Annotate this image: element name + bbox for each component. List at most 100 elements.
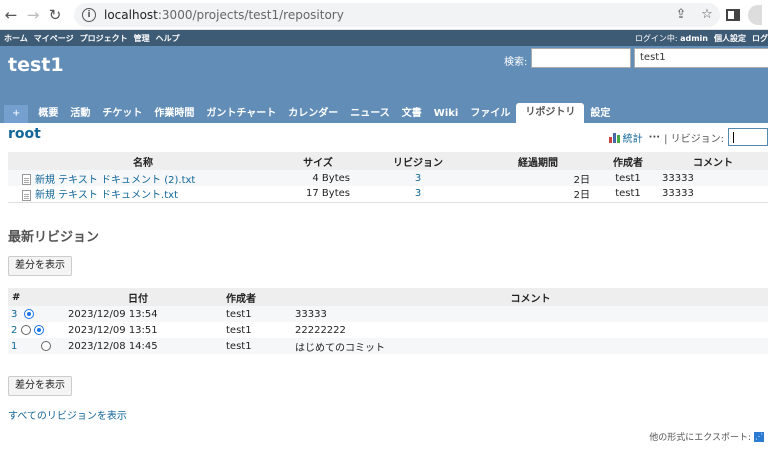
more-actions-icon[interactable]: ··· (649, 132, 660, 143)
revision-label: | リビジョン: (664, 133, 724, 145)
repository-root-title[interactable]: root (8, 126, 41, 142)
search-input[interactable] (531, 48, 631, 68)
table-row: 2 2023/12/09 13:51 test1 22222222 (8, 322, 768, 338)
logout-link[interactable]: ログ (752, 33, 768, 44)
logged-in-user[interactable]: admin (680, 34, 708, 43)
share-icon[interactable]: ⇪ (668, 7, 694, 22)
diff-to-radio[interactable] (33, 324, 44, 335)
url-text: localhost:3000/projects/test1/repository (104, 7, 344, 22)
tab-activity[interactable]: 活動 (64, 105, 96, 123)
file-age: 2日 (478, 170, 598, 186)
file-comment: 33333 (658, 186, 768, 203)
revision-comment: はじめてのコミット (293, 338, 768, 354)
file-size: 4 Bytes (278, 170, 358, 186)
personal-settings-link[interactable]: 個人設定 (714, 33, 746, 44)
col-age[interactable]: 経過期間 (478, 152, 598, 170)
revision-author: test1 (218, 306, 293, 322)
file-link[interactable]: 新規 テキスト ドキュメント (2).txt (35, 175, 195, 186)
main-menu-tabs: + 概要 活動 チケット 作業時間 ガントチャート カレンダー ニュース 文書 … (4, 103, 616, 123)
col-revision-author: 作成者 (218, 288, 293, 306)
atom-feed-icon[interactable]: ⋰ (754, 431, 764, 442)
export-label: 他の形式にエクスポート: (649, 433, 751, 443)
tab-time-entries[interactable]: 作業時間 (148, 105, 200, 123)
revision-author: test1 (218, 338, 293, 354)
top-menu: ホーム マイページ プロジェクト 管理 ヘルプ ログイン中: admin 個人設… (0, 30, 768, 46)
text-file-icon (22, 174, 31, 185)
side-panel-icon[interactable] (726, 8, 740, 21)
site-info-icon[interactable]: i (82, 7, 96, 22)
table-row: 1 2023/12/08 14:45 test1 はじめてのコミット (8, 338, 768, 354)
revision-link[interactable]: 3 (11, 309, 17, 320)
tab-overview[interactable]: 概要 (32, 105, 64, 123)
top-menu-projects[interactable]: プロジェクト (80, 33, 128, 44)
project-title: test1 (8, 54, 64, 76)
file-size: 17 Bytes (278, 186, 358, 203)
revision-author: test1 (218, 322, 293, 338)
back-arrow-icon[interactable]: ← (0, 6, 22, 24)
export-section: 他の形式にエクスポート: ⋰ (649, 430, 764, 443)
top-menu-home[interactable]: ホーム (4, 33, 28, 44)
revision-date: 2023/12/09 13:54 (58, 306, 218, 322)
file-revision-link[interactable]: 3 (415, 173, 421, 184)
revision-input[interactable] (728, 128, 768, 146)
revision-comment: 33333 (293, 306, 768, 322)
address-bar[interactable]: i localhost:3000/projects/test1/reposito… (74, 2, 720, 27)
table-row: 3 2023/12/09 13:54 test1 33333 (8, 306, 768, 322)
file-revision-link[interactable]: 3 (415, 188, 421, 199)
latest-revisions-title: 最新リビジョン (8, 230, 100, 245)
show-diff-button-bottom[interactable]: 差分を表示 (8, 376, 72, 396)
file-author: test1 (598, 170, 658, 186)
col-date: 日付 (58, 288, 218, 306)
revision-comment: 22222222 (293, 322, 768, 338)
col-revision-comment: コメント (293, 288, 768, 306)
search-label: 検索: (504, 57, 528, 68)
diff-from-radio[interactable] (23, 308, 34, 319)
tab-wiki[interactable]: Wiki (428, 105, 465, 123)
table-row: 新規 テキスト ドキュメント (2).txt 4 Bytes 3 2日 test… (8, 170, 768, 186)
logged-in-as: ログイン中: admin (634, 33, 708, 43)
revision-date: 2023/12/09 13:51 (58, 322, 218, 338)
top-menu-help[interactable]: ヘルプ (156, 33, 180, 44)
tab-new[interactable]: + (4, 105, 29, 123)
col-revision[interactable]: リビジョン (358, 152, 478, 170)
revision-link[interactable]: 1 (11, 341, 17, 352)
col-size[interactable]: サイズ (278, 152, 358, 170)
project-jump-select[interactable]: test1 (634, 48, 768, 68)
reload-icon[interactable]: ↻ (44, 6, 66, 24)
file-link[interactable]: 新規 テキスト ドキュメント.txt (35, 190, 178, 201)
revision-date: 2023/12/08 14:45 (58, 338, 218, 354)
tab-news[interactable]: ニュース (344, 105, 396, 123)
show-all-revisions-link[interactable]: すべてのリビジョンを表示 (8, 407, 127, 422)
tab-documents[interactable]: 文書 (396, 105, 428, 123)
revision-link[interactable]: 2 (11, 325, 17, 336)
col-author[interactable]: 作成者 (598, 152, 658, 170)
diff-from-radio[interactable] (20, 324, 31, 335)
diff-to-radio[interactable] (40, 340, 51, 351)
browser-toolbar: ← → ↻ i localhost:3000/projects/test1/re… (0, 0, 768, 30)
col-comment[interactable]: コメント (658, 152, 768, 170)
stats-link[interactable]: 統計 (623, 130, 643, 145)
tab-issues[interactable]: チケット (96, 105, 148, 123)
stats-chart-icon (608, 131, 621, 143)
text-file-icon (22, 189, 31, 201)
table-row: 新規 テキスト ドキュメント.txt 17 Bytes 3 2日 test1 3… (8, 186, 768, 203)
tab-calendar[interactable]: カレンダー (282, 105, 344, 123)
show-diff-button[interactable]: 差分を表示 (8, 256, 72, 276)
project-header: test1 検索: test1 + 概要 活動 チケット 作業時間 ガントチャー… (0, 46, 768, 123)
tab-gantt[interactable]: ガントチャート (200, 105, 282, 123)
top-menu-my-page[interactable]: マイページ (34, 33, 74, 44)
tab-repository[interactable]: リポジトリ (516, 103, 585, 123)
col-revision-number: # (8, 288, 58, 306)
col-name[interactable]: 名称 (8, 152, 278, 170)
top-menu-admin[interactable]: 管理 (134, 33, 150, 44)
tab-settings[interactable]: 設定 (584, 105, 616, 123)
tab-files[interactable]: ファイル (464, 105, 516, 123)
file-age: 2日 (478, 186, 598, 203)
repository-file-table: 名称 サイズ リビジョン 経過期間 作成者 コメント 新規 テキスト ドキュメン… (8, 152, 768, 203)
file-comment: 33333 (658, 170, 768, 186)
forward-arrow-icon[interactable]: → (22, 6, 44, 24)
bookmark-star-icon[interactable]: ☆ (694, 7, 720, 22)
repository-toolbar: 統計 ··· | リビジョン: (608, 128, 768, 146)
file-author: test1 (598, 186, 658, 203)
profile-avatar[interactable] (748, 4, 762, 25)
